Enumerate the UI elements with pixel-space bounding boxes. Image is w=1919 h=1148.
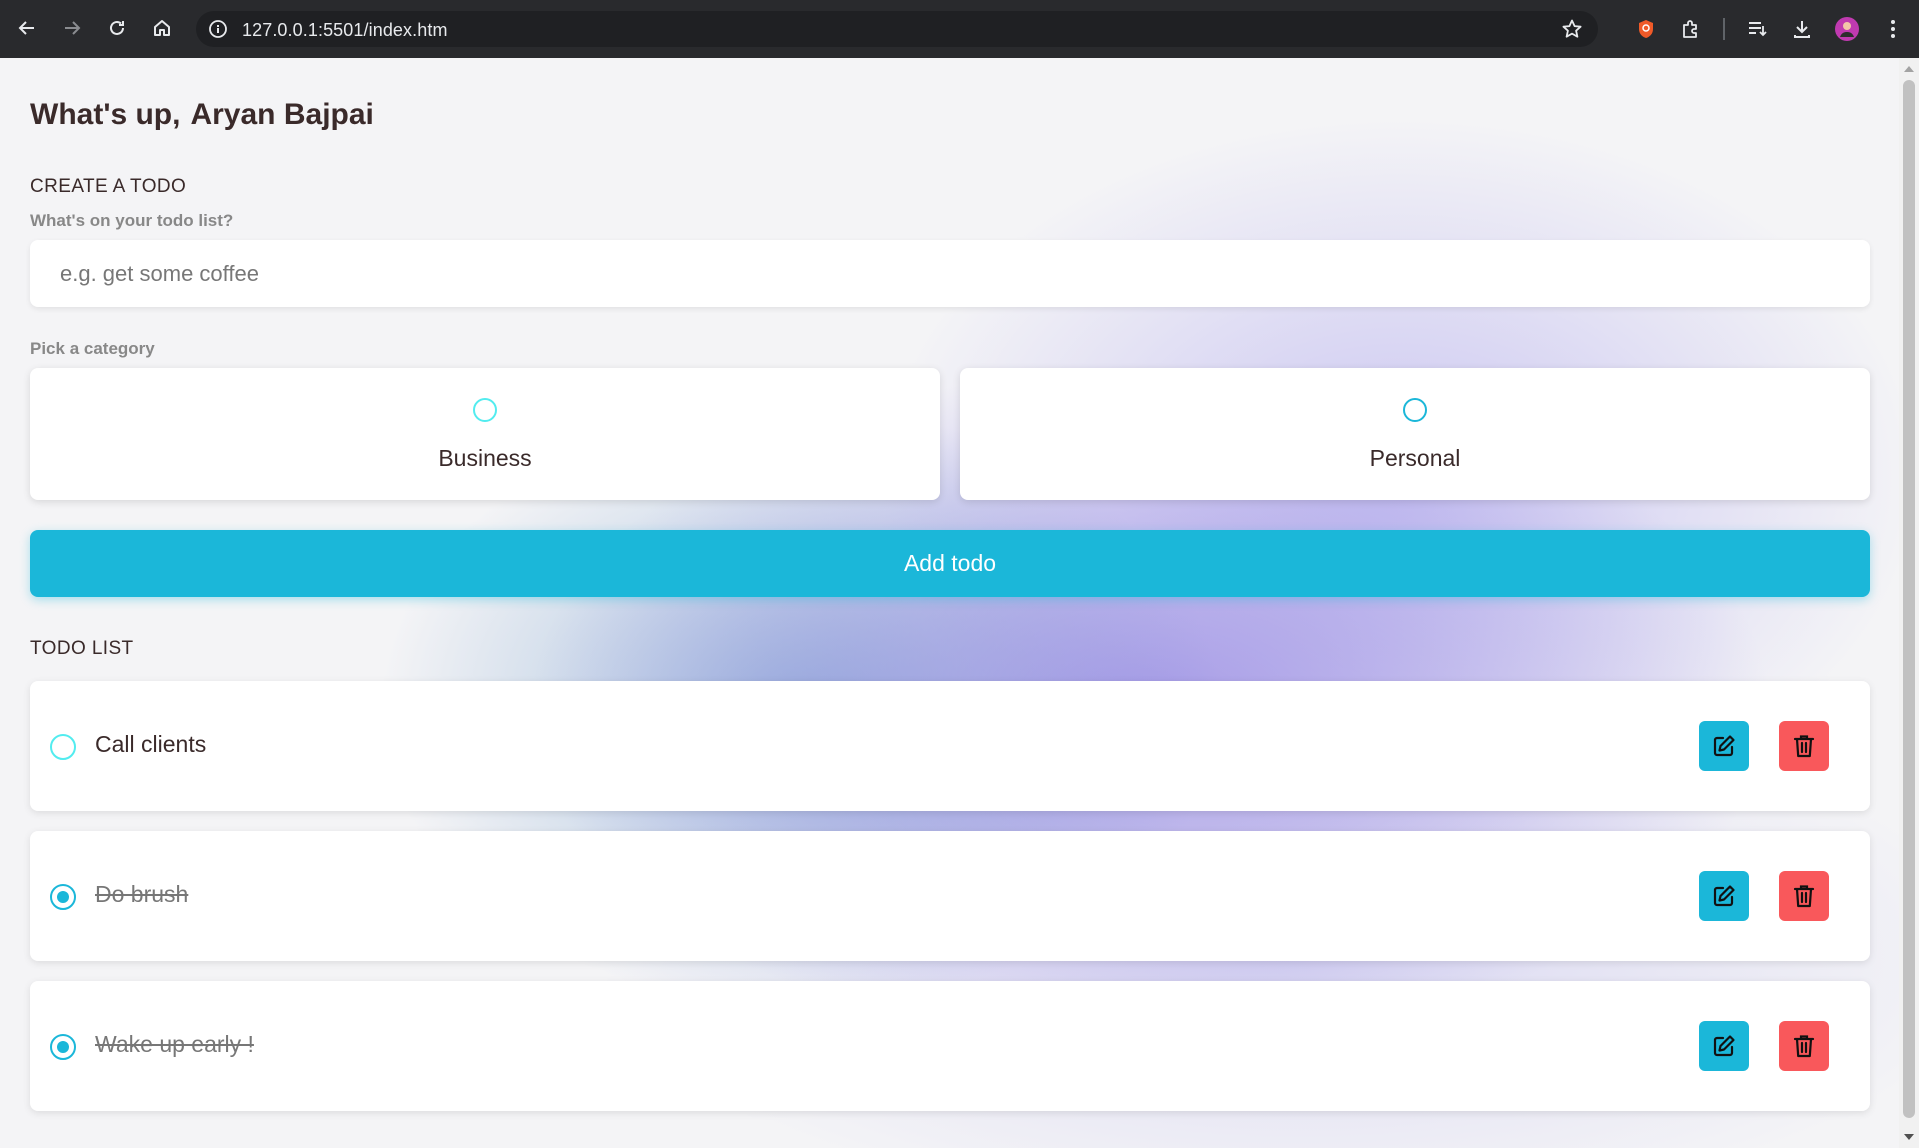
- browser-toolbar: 127.0.0.1:5501/index.htm: [0, 0, 1919, 58]
- scroll-up-arrow-icon[interactable]: [1904, 66, 1914, 72]
- url-text: 127.0.0.1:5501/index.htm: [242, 20, 448, 40]
- toolbar-divider: [1723, 18, 1725, 40]
- back-icon[interactable]: [10, 11, 44, 45]
- todo-list-heading: TODO LIST: [30, 638, 134, 659]
- category-label-business: Business: [438, 445, 532, 471]
- scrollbar-thumb[interactable]: [1903, 80, 1915, 1118]
- todo-checkbox[interactable]: [50, 884, 76, 910]
- todo-item: Call clients: [30, 681, 1870, 811]
- scroll-down-arrow-icon[interactable]: [1904, 1134, 1914, 1140]
- pencil-square-icon: [1713, 735, 1735, 757]
- todo-text: Do brush: [95, 881, 189, 907]
- address-bar[interactable]: 127.0.0.1:5501/index.htm: [196, 11, 1598, 47]
- edit-button[interactable]: [1699, 1021, 1749, 1071]
- todo-checkbox[interactable]: [50, 1034, 76, 1060]
- business-radio[interactable]: [473, 398, 497, 422]
- extensions-puzzle-icon[interactable]: [1675, 13, 1707, 45]
- todo-app-page: What's up, Aryan Bajpai CREATE A TODO Wha…: [0, 58, 1899, 1148]
- download-icon[interactable]: [1786, 13, 1818, 45]
- delete-button[interactable]: [1779, 721, 1829, 771]
- trash-icon: [1793, 885, 1815, 908]
- category-option-personal[interactable]: Personal: [960, 368, 1870, 500]
- todo-checkbox[interactable]: [50, 734, 76, 760]
- category-option-business[interactable]: Business: [30, 368, 940, 500]
- pencil-square-icon: [1713, 1035, 1735, 1057]
- site-info-icon[interactable]: [206, 17, 230, 41]
- category-label: Pick a category: [30, 339, 155, 358]
- forward-icon[interactable]: [55, 11, 89, 45]
- todo-input-label: What's on your todo list?: [30, 211, 234, 230]
- trash-icon: [1793, 735, 1815, 758]
- personal-radio[interactable]: [1403, 398, 1427, 422]
- profile-avatar-icon[interactable]: [1831, 13, 1863, 45]
- add-todo-button[interactable]: Add todo: [30, 530, 1870, 597]
- todo-item: Do brush: [30, 831, 1870, 961]
- trash-icon: [1793, 1035, 1815, 1058]
- todo-input[interactable]: [30, 240, 1870, 307]
- edit-button[interactable]: [1699, 721, 1749, 771]
- delete-button[interactable]: [1779, 1021, 1829, 1071]
- pencil-square-icon: [1713, 885, 1735, 907]
- reading-list-icon[interactable]: [1741, 13, 1773, 45]
- bookmark-star-icon[interactable]: [1560, 17, 1584, 41]
- user-name: Aryan Bajpai: [190, 98, 374, 131]
- page-title: What's up, Aryan Bajpai: [30, 98, 374, 132]
- edit-button[interactable]: [1699, 871, 1749, 921]
- delete-button[interactable]: [1779, 871, 1829, 921]
- reload-icon[interactable]: [100, 11, 134, 45]
- category-label-personal: Personal: [1369, 445, 1461, 471]
- todo-text: Call clients: [95, 731, 207, 757]
- home-icon[interactable]: [145, 11, 179, 45]
- browser-menu-icon[interactable]: [1877, 13, 1909, 45]
- todo-item: Wake up early !: [30, 981, 1870, 1111]
- shield-extension-icon[interactable]: [1630, 13, 1662, 45]
- greeting-text: What's up,: [30, 98, 181, 131]
- todo-text: Wake up early !: [95, 1031, 254, 1057]
- create-todo-heading: CREATE A TODO: [30, 176, 187, 197]
- page-scrollbar[interactable]: [1899, 58, 1919, 1148]
